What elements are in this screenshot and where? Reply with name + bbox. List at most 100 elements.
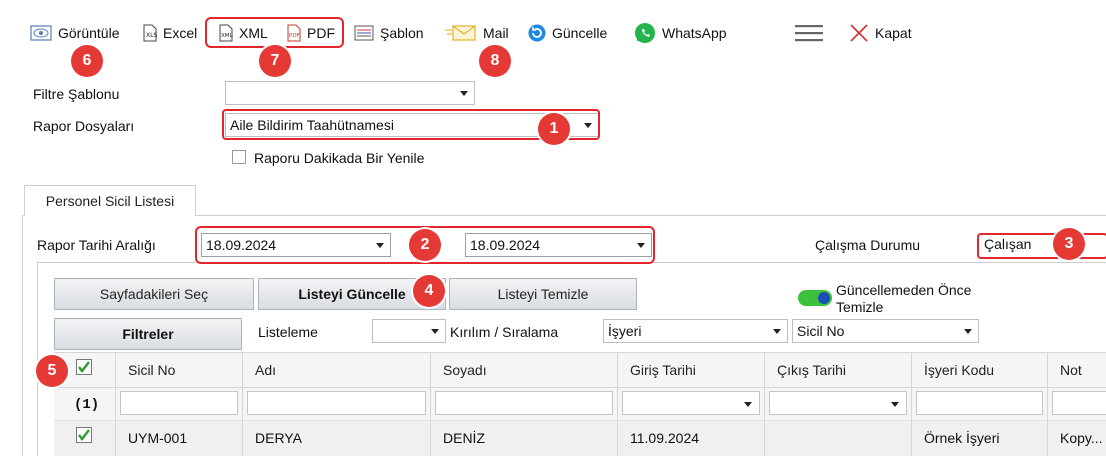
annotation-badge-8: 8 — [479, 45, 511, 77]
filter-cell-isyeri-kodu — [912, 388, 1048, 420]
table-cell-cikis-tarihi[interactable] — [765, 420, 912, 456]
template-label: Şablon — [380, 25, 424, 41]
close-button[interactable]: Kapat — [849, 21, 912, 45]
column-header-adi[interactable]: Adı — [243, 352, 431, 388]
table-cell-isyeri-kodu[interactable]: Örnek İşyeri — [912, 420, 1048, 456]
checkmark-icon — [78, 361, 90, 373]
annotation-badge-4: 4 — [413, 275, 445, 307]
work-status-label: Çalışma Durumu — [815, 237, 921, 253]
filter-template-label: Filtre Şablonu — [33, 86, 120, 102]
close-label: Kapat — [875, 25, 912, 41]
filter-input-cikis-tarihi[interactable] — [769, 391, 907, 415]
filter-template-dropdown[interactable] — [225, 81, 475, 105]
filter-input-soyadi[interactable] — [435, 391, 613, 415]
refresh-button[interactable]: Güncelle — [528, 21, 607, 45]
column-header-not[interactable]: Not — [1048, 352, 1106, 388]
toggle-knob — [818, 292, 830, 304]
refresh-icon — [528, 24, 546, 42]
close-x-icon — [850, 24, 868, 42]
tab-label: Personel Sicil Listesi — [45, 193, 175, 209]
hamburger-menu-icon — [795, 25, 823, 42]
refresh-every-minute-checkbox[interactable] — [232, 150, 246, 164]
row-checkbox[interactable] — [76, 427, 92, 443]
table-cell-not[interactable]: Kopy... — [1048, 420, 1106, 456]
toolbar: Görüntüle XLS Excel XML XML PDF PDF Şabl… — [0, 0, 1106, 64]
select-all-checkbox[interactable] — [76, 359, 92, 375]
annotation-badge-5: 5 — [36, 355, 68, 387]
mail-icon — [445, 25, 476, 41]
view-label: Görüntüle — [58, 25, 120, 41]
refresh-every-minute-label: Raporu Dakikada Bir Yenile — [254, 150, 425, 166]
chevron-down-icon — [773, 329, 781, 334]
svg-text:XLS: XLS — [146, 32, 157, 39]
view-button[interactable]: Görüntüle — [30, 21, 119, 45]
table-cell-giris-tarihi[interactable]: 11.09.2024 — [618, 420, 765, 456]
filter-cell-sicil-no — [116, 388, 243, 420]
template-icon — [354, 25, 374, 41]
filter-input-giris-tarihi[interactable] — [622, 391, 760, 415]
filters-button[interactable]: Filtreler — [54, 318, 242, 350]
filter-input-sicil-no[interactable] — [120, 391, 238, 415]
refresh-label: Güncelle — [552, 25, 608, 41]
listing-label: Listeleme — [258, 324, 318, 340]
excel-button[interactable]: XLS Excel — [143, 21, 197, 45]
chevron-down-icon — [891, 402, 899, 407]
template-button[interactable]: Şablon — [354, 21, 424, 45]
select-page-button[interactable]: Sayfadakileri Seç — [54, 278, 254, 310]
clear-before-update-toggle[interactable] — [798, 290, 832, 306]
report-date-range-label: Rapor Tarihi Aralığı — [37, 237, 156, 253]
report-files-label: Rapor Dosyaları — [33, 118, 135, 134]
excel-label: Excel — [163, 25, 198, 41]
filter-input-not[interactable] — [1052, 391, 1106, 415]
table-cell-sicil-no[interactable]: UYM-001 — [116, 420, 243, 456]
highlight-box-export — [205, 17, 344, 48]
select-page-label: Sayfadakileri Seç — [99, 286, 209, 302]
sort-value: Sicil No — [797, 323, 845, 339]
checkmark-icon — [78, 429, 90, 441]
table-cell-adi[interactable]: DERYA — [243, 420, 431, 456]
whatsapp-label: WhatsApp — [662, 25, 727, 41]
column-header-isyeri-kodu[interactable]: İşyeri Kodu — [912, 352, 1048, 388]
annotation-badge-1: 1 — [538, 113, 570, 145]
sort-dropdown[interactable]: Sicil No — [792, 319, 979, 343]
annotation-badge-2: 2 — [409, 229, 441, 261]
chevron-down-icon — [964, 329, 972, 334]
mail-label: Mail — [483, 25, 509, 41]
column-header-soyadi[interactable]: Soyadı — [431, 352, 618, 388]
chevron-down-icon — [744, 402, 752, 407]
menu-button[interactable] — [795, 21, 829, 45]
column-header-giris-tarihi[interactable]: Giriş Tarihi — [618, 352, 765, 388]
update-list-label: Listeyi Güncelle — [298, 286, 406, 302]
whatsapp-button[interactable]: WhatsApp — [634, 21, 727, 45]
mail-button[interactable]: Mail — [445, 21, 509, 45]
row-count: (1) — [54, 388, 116, 420]
eye-icon — [30, 25, 52, 41]
filter-cell-cikis-tarihi — [765, 388, 912, 420]
personnel-grid: Sicil No Adı Soyadı Giriş Tarihi Çıkış T… — [54, 352, 1106, 456]
breakdown-value: İşyeri — [608, 323, 642, 339]
breakdown-label: Kırılım / Sıralama — [450, 324, 559, 340]
filter-cell-soyadi — [431, 388, 618, 420]
listing-dropdown[interactable] — [372, 319, 446, 343]
breakdown-dropdown[interactable]: İşyeri — [603, 319, 788, 343]
filter-input-adi[interactable] — [247, 391, 426, 415]
table-row-select — [54, 420, 116, 456]
chevron-down-icon — [460, 91, 468, 96]
annotation-badge-7: 7 — [259, 45, 291, 77]
clear-list-button[interactable]: Listeyi Temizle — [449, 278, 637, 310]
column-header-sicil-no[interactable]: Sicil No — [116, 352, 243, 388]
filter-input-isyeri-kodu[interactable] — [916, 391, 1043, 415]
clear-list-label: Listeyi Temizle — [497, 286, 589, 302]
excel-file-icon: XLS — [143, 24, 157, 42]
filter-cell-giris-tarihi — [618, 388, 765, 420]
column-header-cikis-tarihi[interactable]: Çıkış Tarihi — [765, 352, 912, 388]
chevron-down-icon — [431, 329, 439, 334]
highlight-box-work-status — [977, 233, 1106, 259]
filter-cell-not — [1048, 388, 1106, 420]
clear-before-update-label: Güncellemeden Önce Temizle — [836, 282, 972, 315]
annotation-badge-6: 6 — [71, 45, 103, 77]
table-cell-soyadi[interactable]: DENİZ — [431, 420, 618, 456]
whatsapp-icon — [635, 23, 655, 43]
tab-personel-sicil-listesi[interactable]: Personel Sicil Listesi — [24, 185, 196, 216]
annotation-badge-3: 3 — [1053, 228, 1085, 260]
